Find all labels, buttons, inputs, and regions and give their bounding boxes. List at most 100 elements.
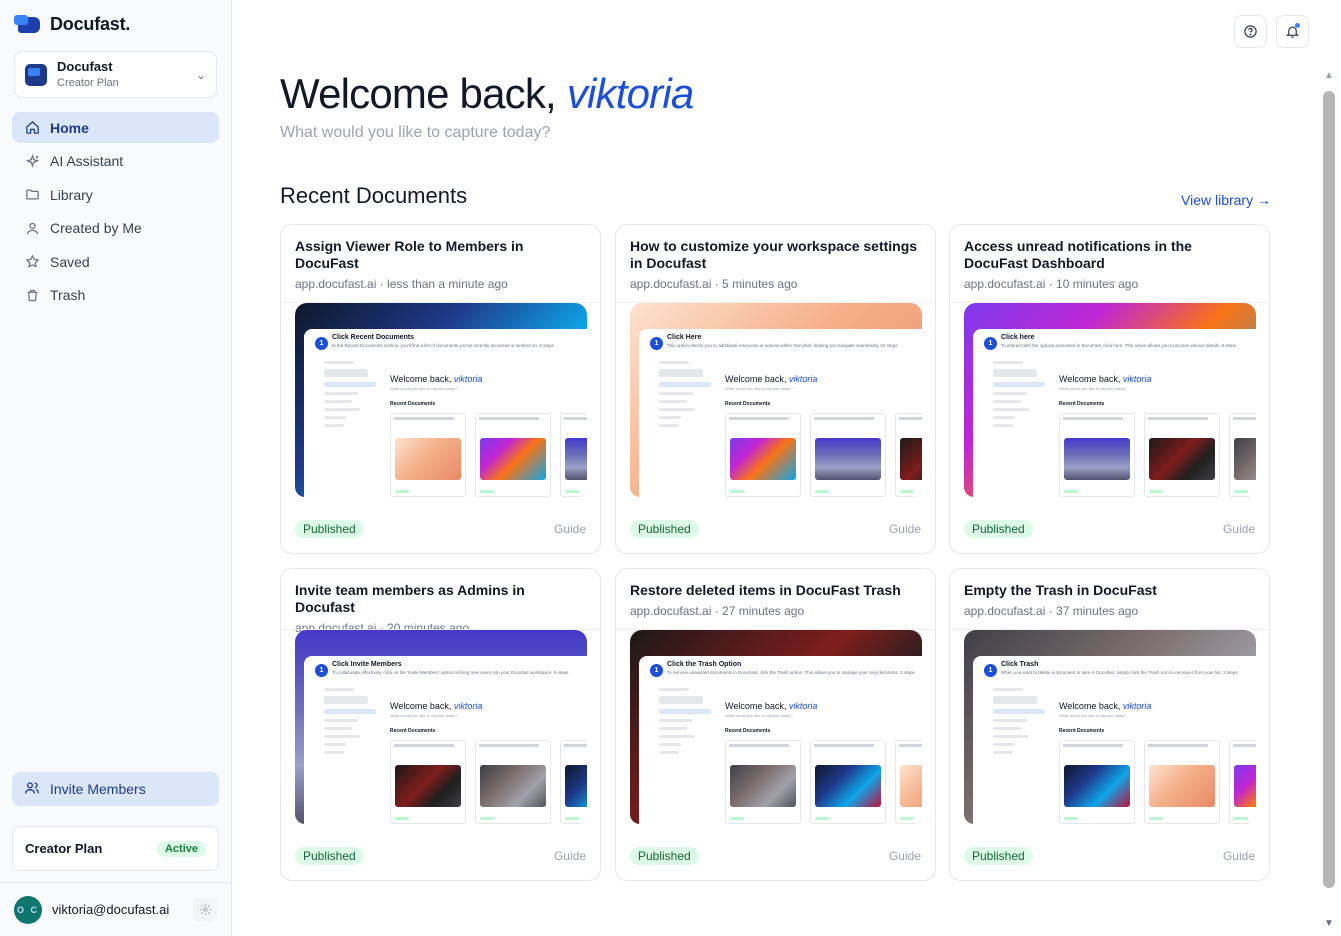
step-description: In the Recent Documents section, you'll … — [332, 343, 554, 348]
invite-members-label: Invite Members — [50, 781, 146, 797]
document-thumbnail[interactable]: 1 Click Recent Documents In the Recent D… — [295, 303, 587, 497]
document-card[interactable]: How to customize your workspace settings… — [615, 224, 936, 554]
thumbnail-cards — [390, 413, 587, 497]
thumbnail-recent-title: Recent Documents — [390, 401, 436, 407]
view-library-link[interactable]: View library → — [1181, 192, 1271, 208]
workspace-switcher[interactable]: Docufast Creator Plan ⌄ — [14, 51, 217, 98]
workspace-logo-icon — [25, 63, 47, 86]
thumbnail-welcome: Welcome back, viktoria — [725, 374, 818, 384]
avatar: O C — [14, 895, 42, 924]
user-email: viktoria@docufast.ai — [52, 902, 170, 917]
sidebar-item-label: Saved — [50, 253, 90, 270]
document-type: Guide — [1222, 849, 1255, 863]
document-title[interactable]: Invite team members as Admins in Docufas… — [295, 582, 586, 616]
step-number-badge: 1 — [984, 664, 997, 677]
status-badge: Published — [295, 520, 364, 538]
thumbnail-screenshot: 1 Click Recent Documents In the Recent D… — [304, 329, 587, 497]
step-title: Click Here — [667, 334, 702, 341]
document-type: Guide — [888, 849, 921, 863]
document-card[interactable]: Empty the Trash in DocuFast app.docufast… — [949, 568, 1270, 881]
document-meta: app.docufast.ai · 27 minutes ago — [630, 604, 805, 618]
brand[interactable]: Docufast. — [14, 14, 130, 35]
sidebar-item-trash[interactable]: Trash — [12, 280, 219, 311]
user-icon — [24, 220, 40, 236]
plan-name: Creator Plan — [25, 841, 103, 856]
step-description: To collaborate effectively, click on the… — [332, 670, 569, 675]
step-description: To remove unwanted documents in DocuFast… — [667, 670, 915, 675]
step-title: Click the Trash Option — [667, 661, 742, 668]
home-icon — [24, 120, 40, 136]
document-thumbnail[interactable]: 1 Click the Trash Option To remove unwan… — [630, 630, 922, 824]
thumbnail-subtitle: What would you like to capture today? — [725, 713, 793, 718]
document-thumbnail[interactable]: 1 Click Here This option directs you to … — [630, 303, 922, 497]
invite-members-button[interactable]: Invite Members — [12, 772, 219, 806]
folder-icon — [24, 187, 40, 203]
thumbnail-welcome: Welcome back, viktoria — [390, 374, 483, 384]
sidebar-item-label: Created by Me — [50, 220, 142, 237]
document-card[interactable]: Access unread notifications in the DocuF… — [949, 224, 1270, 554]
sidebar-item-created-by-me[interactable]: Created by Me — [12, 213, 219, 244]
thumbnail-subtitle: What would you like to capture today? — [1059, 386, 1127, 391]
status-badge: Published — [295, 847, 364, 865]
docufast-logo-icon — [14, 14, 42, 35]
notifications-button[interactable] — [1276, 15, 1309, 48]
thumbnail-subtitle: What would you like to capture today? — [725, 386, 793, 391]
settings-gear-button[interactable] — [193, 897, 217, 922]
step-description: To interact with the options presented i… — [1001, 343, 1237, 348]
document-card[interactable]: Assign Viewer Role to Members in DocuFas… — [280, 224, 601, 554]
document-title[interactable]: Assign Viewer Role to Members in DocuFas… — [295, 238, 586, 272]
scrollbar-thumb[interactable] — [1323, 91, 1335, 888]
welcome-subtitle: What would you like to capture today? — [280, 124, 551, 141]
thumbnail-sidebar — [659, 688, 711, 759]
sidebar-item-ai-assistant[interactable]: AI Assistant — [12, 146, 219, 177]
thumbnail-recent-title: Recent Documents — [390, 728, 436, 734]
welcome-username: viktoria — [566, 70, 694, 117]
document-title[interactable]: How to customize your workspace settings… — [630, 238, 921, 272]
document-card[interactable]: Restore deleted items in DocuFast Trash … — [615, 568, 936, 881]
thumbnail-screenshot: 1 Click the Trash Option To remove unwan… — [639, 656, 922, 824]
plan-card[interactable]: Creator Plan Active — [12, 826, 219, 871]
step-description: When you want to delete a document or it… — [1001, 670, 1238, 675]
step-number-badge: 1 — [650, 664, 663, 677]
thumbnail-sidebar — [324, 688, 376, 759]
step-number-badge: 1 — [984, 337, 997, 350]
brand-name: Docufast. — [50, 14, 131, 34]
recent-documents-title: Recent Documents — [280, 183, 468, 208]
thumbnail-welcome: Welcome back, viktoria — [390, 701, 483, 711]
step-description: This option directs you to additional re… — [667, 343, 898, 348]
help-circle-icon — [1244, 25, 1257, 38]
scroll-up-arrow[interactable]: ▲ — [1322, 70, 1336, 82]
trash-icon — [24, 287, 40, 303]
sidebar-item-label: Home — [50, 119, 89, 136]
document-title[interactable]: Empty the Trash in DocuFast — [964, 582, 1255, 599]
thumbnail-subtitle: What would you like to capture today? — [1059, 713, 1127, 718]
thumbnail-screenshot: 1 Click Here This option directs you to … — [639, 329, 922, 497]
document-thumbnail[interactable]: 1 Click Invite Members To collaborate ef… — [295, 630, 587, 824]
workspace-name: Docufast — [57, 59, 113, 75]
document-thumbnail[interactable]: 1 Click here To interact with the option… — [964, 303, 1256, 497]
user-profile-row[interactable]: O C viktoria@docufast.ai — [0, 882, 231, 936]
document-thumbnail[interactable]: 1 Click Trash When you want to delete a … — [964, 630, 1256, 824]
document-type: Guide — [553, 849, 586, 863]
sidebar-item-home[interactable]: Home — [12, 112, 219, 143]
status-badge: Published — [964, 847, 1033, 865]
thumbnail-cards — [1059, 740, 1256, 824]
scroll-down-arrow[interactable]: ▼ — [1322, 918, 1336, 930]
thumbnail-cards — [390, 740, 587, 824]
thumbnail-screenshot: 1 Click Invite Members To collaborate ef… — [304, 656, 587, 824]
thumbnail-sidebar — [659, 361, 711, 432]
sidebar-item-library[interactable]: Library — [12, 179, 219, 210]
document-card[interactable]: Invite team members as Admins in Docufas… — [280, 568, 601, 881]
chevron-down-icon: ⌄ — [195, 67, 206, 82]
document-title[interactable]: Restore deleted items in DocuFast Trash — [630, 582, 921, 599]
step-title: Click here — [1001, 334, 1035, 341]
sidebar-item-saved[interactable]: Saved — [12, 246, 219, 277]
document-meta: app.docufast.ai · 10 minutes ago — [964, 277, 1139, 291]
document-title[interactable]: Access unread notifications in the DocuF… — [964, 238, 1255, 272]
help-button[interactable] — [1234, 15, 1267, 48]
step-number-badge: 1 — [650, 337, 663, 350]
thumbnail-cards — [1059, 413, 1256, 497]
step-number-badge: 1 — [315, 664, 328, 677]
thumbnail-sidebar — [993, 688, 1045, 759]
sparkle-icon — [24, 153, 40, 169]
